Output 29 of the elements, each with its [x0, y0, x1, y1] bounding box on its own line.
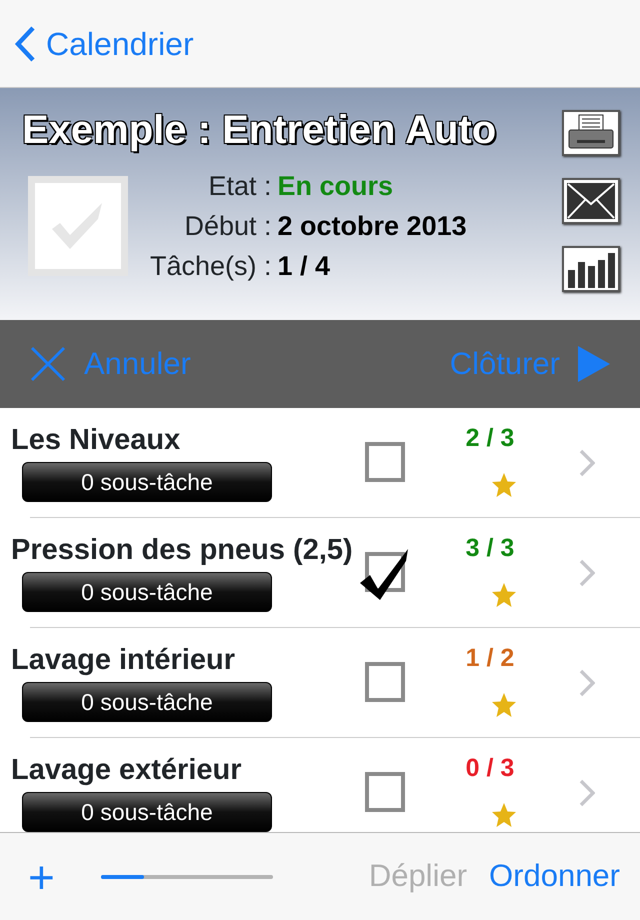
- field-value: 1 / 4: [278, 250, 332, 283]
- task-score: 2 / 3: [466, 423, 514, 454]
- statistics-button[interactable]: [562, 246, 620, 292]
- task-name: Lavage extérieur: [11, 753, 243, 788]
- reorder-button[interactable]: Ordonner: [489, 853, 620, 900]
- task-name: Lavage intérieur: [11, 643, 236, 678]
- field-value: 2 octobre 2013: [278, 210, 467, 243]
- add-button[interactable]: +: [28, 854, 55, 900]
- task-score: 3 / 3: [466, 533, 514, 564]
- mail-button[interactable]: [562, 178, 620, 224]
- field-label: Etat :: [208, 170, 272, 203]
- task-title: Exemple : Entretien Auto: [22, 107, 498, 154]
- task-score: 1 / 2: [466, 643, 514, 674]
- subtask-count[interactable]: 0 sous-tâche: [22, 462, 272, 502]
- field-label: Début :: [183, 210, 272, 243]
- task-name: Les Niveaux: [11, 423, 182, 458]
- back-button[interactable]: Calendrier: [14, 20, 194, 68]
- subtask-count[interactable]: 0 sous-tâche: [22, 682, 272, 722]
- close-icon: [30, 346, 66, 382]
- task-name: Pression des pneus (2,5): [11, 533, 354, 568]
- subtask-count[interactable]: 0 sous-tâche: [22, 572, 272, 612]
- subtask-count[interactable]: 0 sous-tâche: [22, 792, 272, 832]
- completion-checkbox[interactable]: [28, 176, 128, 276]
- back-chevron-icon: [14, 26, 36, 62]
- field-label: Tâche(s) :: [150, 250, 272, 283]
- play-icon: [578, 346, 610, 382]
- task-score: 0 / 3: [466, 753, 514, 784]
- print-button[interactable]: [562, 110, 620, 156]
- field-value: En cours: [278, 170, 394, 203]
